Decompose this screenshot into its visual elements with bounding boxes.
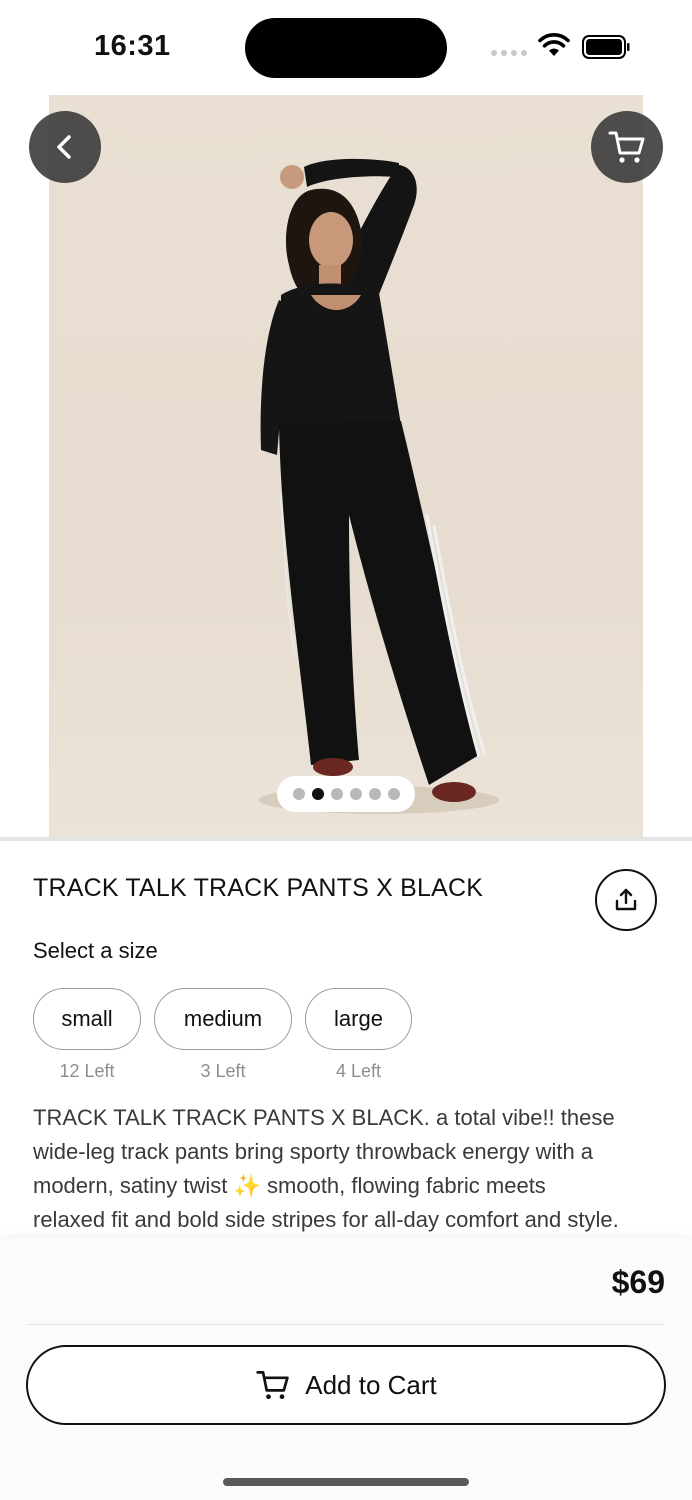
wifi-icon: [538, 33, 570, 56]
back-button[interactable]: [29, 111, 101, 183]
cart-icon: [256, 1371, 289, 1400]
purchase-bar-divider: [27, 1324, 665, 1325]
size-option-small[interactable]: small: [33, 988, 141, 1050]
description-line: TRACK TALK TRACK PANTS X BLACK. a total …: [33, 1105, 615, 1130]
product-title: TRACK TALK TRACK PANTS X BLACK: [33, 874, 484, 902]
section-divider: [0, 837, 692, 841]
size-stock-small: 12 Left: [59, 1061, 115, 1081]
add-to-cart-button[interactable]: Add to Cart: [26, 1345, 666, 1425]
size-stock-large: 4 Left: [335, 1061, 382, 1081]
product-image[interactable]: [49, 95, 643, 837]
chevron-left-icon: [57, 135, 71, 159]
pagination-dot[interactable]: [330, 788, 343, 800]
status-bar: 16:31: [0, 0, 692, 95]
share-icon: [615, 888, 637, 911]
cart-icon: [608, 131, 645, 163]
size-stock-medium: 3 Left: [200, 1061, 246, 1081]
pagination-dot[interactable]: [387, 788, 400, 800]
pagination-dot[interactable]: [368, 788, 381, 800]
pagination-dot[interactable]: [349, 788, 362, 800]
image-pagination: [277, 776, 415, 812]
description-line: wide-leg track pants bring sporty throwb…: [33, 1139, 594, 1164]
size-option-large[interactable]: large: [305, 988, 412, 1050]
share-button[interactable]: [595, 869, 657, 931]
battery-icon: [582, 35, 630, 59]
size-option-medium[interactable]: medium: [154, 988, 292, 1050]
dynamic-island: [245, 18, 447, 78]
cart-button[interactable]: [591, 111, 663, 183]
product-photo-illustration: [259, 158, 499, 814]
description-line: modern, satiny twist ✨ smooth, flowing f…: [33, 1173, 546, 1198]
add-to-cart-label: Add to Cart: [305, 1369, 437, 1400]
product-description: TRACK TALK TRACK PANTS X BLACK. a total …: [33, 1101, 673, 1237]
select-size-label: Select a size: [33, 938, 158, 963]
product-price: $69: [611, 1264, 665, 1300]
cellular-signal-icon: [491, 50, 527, 56]
status-time: 16:31: [94, 30, 171, 62]
pagination-dot-active[interactable]: [311, 788, 324, 800]
description-line: relaxed fit and bold side stripes for al…: [33, 1207, 619, 1232]
pagination-dot[interactable]: [292, 788, 305, 800]
home-indicator[interactable]: [223, 1478, 469, 1486]
